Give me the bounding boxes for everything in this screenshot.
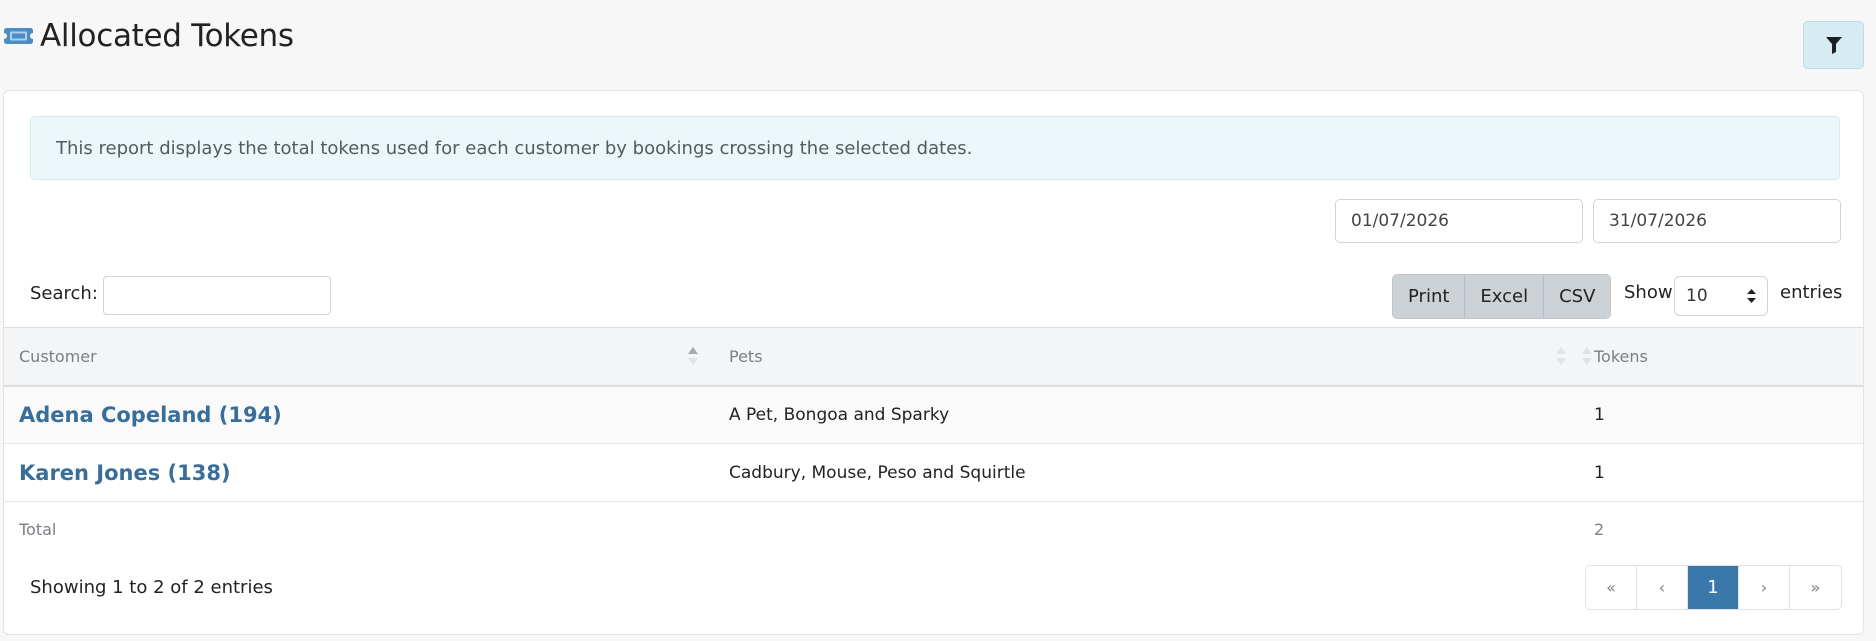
- previous-page-button[interactable]: ‹: [1637, 566, 1688, 609]
- search-input[interactable]: [103, 276, 331, 315]
- tokens-cell: 1: [1594, 462, 1605, 483]
- sort-icon: [1556, 347, 1566, 365]
- start-date-input[interactable]: [1335, 199, 1583, 243]
- csv-button[interactable]: CSV: [1544, 275, 1611, 318]
- page-title: Allocated Tokens: [40, 18, 294, 54]
- export-button-group: Print Excel CSV: [1392, 274, 1612, 319]
- column-header-label: Tokens: [1594, 346, 1648, 366]
- column-header-label: Pets: [729, 346, 763, 366]
- ticket-icon: [3, 28, 34, 44]
- entries-label: entries: [1780, 282, 1843, 303]
- page-length-value: 10: [1686, 286, 1708, 306]
- customer-link[interactable]: Adena Copeland (194): [19, 403, 282, 427]
- table-info: Showing 1 to 2 of 2 entries: [30, 577, 273, 598]
- customer-cell: Adena Copeland (194): [4, 386, 714, 444]
- page-1-button[interactable]: 1: [1688, 566, 1739, 609]
- pagination: « ‹ 1 › »: [1585, 565, 1842, 610]
- info-alert: This report displays the total tokens us…: [30, 116, 1840, 180]
- page-length-select[interactable]: 10: [1674, 276, 1768, 316]
- report-table: Customer Pets Tokens Adena Copeland (194…: [4, 327, 1863, 558]
- next-page-button[interactable]: ›: [1739, 566, 1790, 609]
- table-footer-row: Total 2: [4, 502, 1863, 558]
- last-page-button[interactable]: »: [1790, 566, 1841, 609]
- title-wrap: Allocated Tokens: [3, 18, 294, 54]
- print-button[interactable]: Print: [1393, 275, 1466, 318]
- filter-icon: [1825, 36, 1842, 54]
- customer-link[interactable]: Karen Jones (138): [19, 461, 231, 485]
- report-card: This report displays the total tokens us…: [3, 90, 1864, 635]
- sort-ascending-icon: [688, 347, 698, 365]
- select-caret-icon: [1747, 289, 1756, 303]
- table-header-row: Customer Pets Tokens: [4, 327, 1863, 387]
- search-label: Search:: [30, 283, 98, 304]
- pets-cell: Cadbury, Mouse, Peso and Squirtle: [729, 462, 1026, 483]
- show-label: Show: [1624, 282, 1673, 303]
- table-row: Adena Copeland (194) A Pet, Bongoa and S…: [4, 385, 1863, 444]
- page-header: Allocated Tokens: [0, 0, 1876, 82]
- column-header-label: Customer: [19, 346, 97, 366]
- total-label: Total: [19, 520, 57, 540]
- total-tokens: 2: [1594, 520, 1605, 540]
- customer-cell: Karen Jones (138): [4, 444, 714, 502]
- first-page-button[interactable]: «: [1586, 566, 1637, 609]
- table-row: Karen Jones (138) Cadbury, Mouse, Peso a…: [4, 444, 1863, 502]
- tokens-cell: 1: [1594, 404, 1605, 425]
- column-header-tokens[interactable]: Tokens: [1579, 327, 1863, 387]
- total-pets-cell: [714, 502, 1579, 558]
- end-date-input[interactable]: [1593, 199, 1841, 243]
- filter-button[interactable]: [1803, 21, 1864, 69]
- pets-cell: A Pet, Bongoa and Sparky: [729, 404, 950, 425]
- info-text: This report displays the total tokens us…: [56, 137, 973, 159]
- column-header-pets[interactable]: Pets: [714, 327, 1592, 387]
- column-header-customer[interactable]: Customer: [4, 327, 714, 387]
- excel-button[interactable]: Excel: [1465, 275, 1545, 318]
